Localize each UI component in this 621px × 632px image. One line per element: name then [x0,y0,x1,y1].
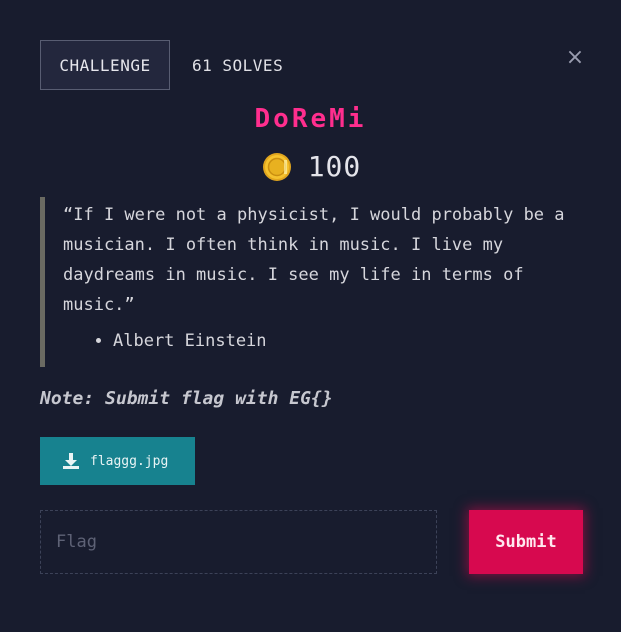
challenge-title: DoReMi [254,104,367,134]
challenge-description: “If I were not a physicist, I would prob… [40,197,580,367]
submit-button[interactable]: Submit [469,510,583,574]
download-file-button[interactable]: flaggg.jpg [40,437,195,485]
flag-format-note: Note: Submit flag with EG{} [40,388,333,409]
quote-text: “If I were not a physicist, I would prob… [63,205,565,315]
download-icon [63,453,79,469]
flag-input[interactable] [40,510,437,574]
close-icon[interactable]: × [563,45,587,70]
points-value: 100 [307,150,362,183]
tab-challenge[interactable]: CHALLENGE [40,40,170,90]
author-list: Albert Einstein [63,328,580,354]
points-display: 100 [0,150,621,183]
coin-icon [262,152,291,181]
tab-solves[interactable]: 61 SOLVES [192,40,283,90]
quote-author: Albert Einstein [113,328,580,354]
file-name: flaggg.jpg [90,453,169,469]
